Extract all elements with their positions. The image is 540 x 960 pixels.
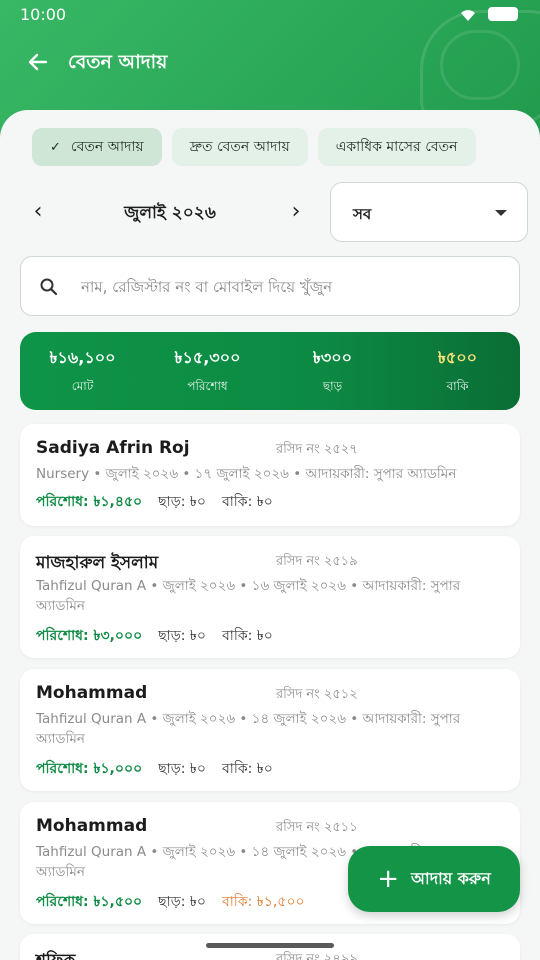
header-watermark-inner [440,30,520,100]
search-box [20,256,520,316]
tab-label: দ্রুত বেতন আদায় [189,139,290,155]
summary-label: বাকি [446,378,469,393]
record-card[interactable]: Mohammad রসিদ নং ২৫১২ Tahfizul Quran A •… [20,669,520,791]
tab-quick-fee-collection[interactable]: দ্রুত বেতন আদায় [171,128,308,166]
paid-amount: পরিশোধ: ৳৩,০০০ [36,628,143,644]
receipt-number: রসিদ নং ২৪৯৯ [276,952,358,960]
summary-banner: ৳১৬,১০০ মোট ৳১৫,৩০০ পরিশোধ ৳৩০০ ছাড় ৳৫০… [20,332,520,410]
paid-amount: পরিশোধ: ৳১,৪৫০ [36,494,143,510]
home-indicator [206,943,334,948]
receipt-number: রসিদ নং ২৫১২ [276,687,358,702]
check-icon: ✓ [50,139,61,155]
collect-fee-button[interactable]: + আদায় করুন [348,846,520,912]
caret-down-icon [495,210,507,216]
collect-fee-label: আদায় করুন [411,868,491,888]
chevron-right-icon[interactable]: › [282,198,310,226]
student-name: Mohammad [36,683,148,703]
wifi-icon [461,10,475,21]
record-meta: Tahfizul Quran A • জুলাই ২০২৬ • ১৪ জুলাই… [36,711,461,747]
student-name: মাজহারুল ইসলাম [36,553,159,573]
back-arrow-icon[interactable] [24,48,52,76]
tab-label: একাধিক মাসের বেতন [335,139,458,155]
student-name: Sadiya Afrin Roj [36,438,190,458]
paid-amount: পরিশোধ: ৳১,০০০ [36,761,143,777]
month-label: জুলাই ২০২৬ [124,203,216,223]
tab-label: বেতন আদায় [70,139,144,155]
record-amounts: পরিশোধ: ৳৩,০০০ ছাড়: ৳০ বাকি: ৳০ [36,624,273,648]
tab-bar: ✓ বেতন আদায় দ্রুত বেতন আদায় একাধিক মাস… [32,128,476,166]
due-amount: বাকি: ৳০ [221,494,273,510]
summary-due: ৳৫০০ বাকি [395,332,520,410]
record-amounts: পরিশোধ: ৳১,৫০০ ছাড়: ৳০ বাকি: ৳১,৫০০ [36,890,305,914]
record-amounts: পরিশোধ: ৳১,০০০ ছাড়: ৳০ বাকি: ৳০ [36,757,273,781]
summary-value: ৳১৫,৩০০ [174,347,241,367]
filter-dropdown[interactable]: সব [330,182,528,242]
summary-label: পরিশোধ [187,378,228,393]
receipt-number: রসিদ নং ২৫২৭ [276,442,358,457]
discount-amount: ছাড়: ৳০ [158,761,206,777]
record-meta: Tahfizul Quran A • জুলাই ২০২৬ • ১৬ জুলাই… [36,578,461,614]
month-navigator: ‹ জুলাই ২০২৬ › [20,186,320,238]
paid-amount: পরিশোধ: ৳১,৫০০ [36,894,143,910]
discount-amount: ছাড়: ৳০ [158,894,206,910]
receipt-number: রসিদ নং ২৫১১ [276,820,358,835]
summary-label: ছাড় [322,378,343,393]
student-name: Mohammad [36,816,148,836]
summary-value: ৳৩০০ [312,347,353,367]
due-amount: বাকি: ৳০ [221,628,273,644]
summary-label: মোট [71,378,94,393]
plus-icon: + [377,864,400,894]
status-time: 10:00 [20,5,67,24]
page-title: বেতন আদায় [68,51,168,73]
student-name: শফিক [36,948,75,960]
tab-fee-collection[interactable]: ✓ বেতন আদায় [32,128,162,166]
discount-amount: ছাড়: ৳০ [158,494,206,510]
filter-selected-value: সব [353,205,372,223]
tab-multi-month-fee[interactable]: একাধিক মাসের বেতন [317,128,476,166]
receipt-number: রসিদ নং ২৫১৯ [276,554,358,569]
status-bar: 10:00 [0,0,540,30]
record-card[interactable]: মাজহারুল ইসলাম রসিদ নং ২৫১৯ Tahfizul Qur… [20,536,520,658]
due-amount: বাকি: ৳১,৫০০ [221,894,305,910]
summary-value: ৳১৬,১০০ [49,347,116,367]
summary-value: ৳৫০০ [437,347,478,367]
record-card[interactable]: Sadiya Afrin Roj রসিদ নং ২৫২৭ Nursery • … [20,424,520,526]
due-amount: বাকি: ৳০ [221,761,273,777]
discount-amount: ছাড়: ৳০ [158,628,206,644]
summary-total: ৳১৬,১০০ মোট [20,332,145,410]
search-input[interactable] [81,271,501,303]
summary-discount: ৳৩০০ ছাড় [270,332,395,410]
battery-icon [488,7,518,21]
record-meta: Nursery • জুলাই ২০২৬ • ১৭ জুলাই ২০২৬ • আ… [36,466,457,482]
record-amounts: পরিশোধ: ৳১,৪৫০ ছাড়: ৳০ বাকি: ৳০ [36,490,273,514]
summary-paid: ৳১৫,৩০০ পরিশোধ [145,332,270,410]
status-icons [458,6,518,22]
search-icon [40,278,58,296]
